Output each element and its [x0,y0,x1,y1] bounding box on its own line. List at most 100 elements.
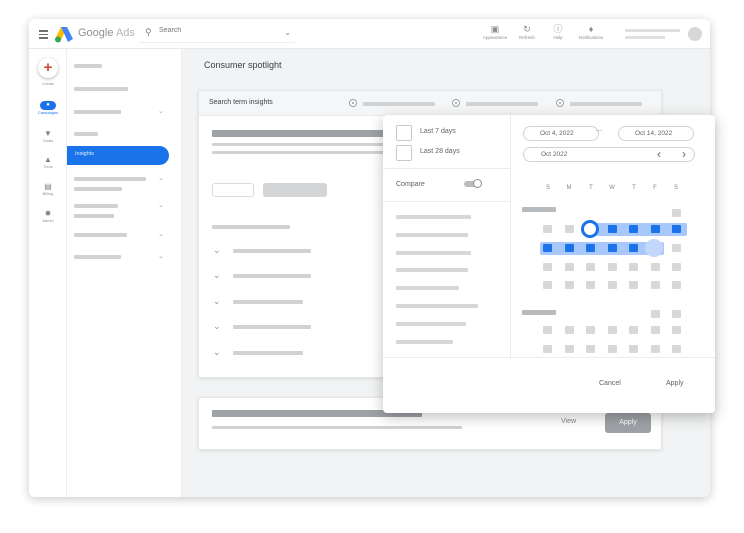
rail-item-goals[interactable]: ▼ Goals [29,129,67,144]
chevron-left-icon[interactable]: ‹ [657,146,661,162]
day-cell[interactable] [586,345,595,353]
day-cell[interactable] [651,225,660,233]
day-cell[interactable] [651,281,660,289]
help-button[interactable]: ⓘ Help [543,24,573,41]
day-cell[interactable] [651,345,660,353]
radio-option[interactable] [452,99,460,107]
search-box[interactable]: ⚲ ⌄ [139,25,295,43]
day-cell[interactable] [608,244,617,252]
apply-button[interactable]: Apply [666,380,684,387]
day-cell[interactable] [672,225,681,233]
range-start-day[interactable] [581,220,599,238]
end-date-field[interactable]: Oct 14, 2022 [618,126,694,141]
card-title: Search term insights [209,99,273,106]
nav-item[interactable]: ⌄ [74,108,169,117]
notifications-button[interactable]: ♦ Notifications [576,24,606,41]
rail-item-tools[interactable]: ▲ Tools [29,155,67,170]
refresh-button[interactable]: ↻ Refresh [512,24,542,41]
preset-item[interactable] [396,251,471,255]
chevron-right-icon[interactable]: › [682,146,686,162]
day-cell[interactable] [651,326,660,334]
preset-item[interactable] [396,233,468,237]
day-cell[interactable] [651,310,660,318]
preset-item[interactable] [396,322,466,326]
day-cell[interactable] [565,326,574,334]
day-cell[interactable] [629,345,638,353]
chevron-down-icon[interactable]: ⌄ [213,347,221,358]
preset-item[interactable] [396,215,471,219]
day-cell[interactable] [565,263,574,271]
day-cell[interactable] [672,345,681,353]
day-cell[interactable] [543,281,552,289]
action-button[interactable] [263,183,327,197]
day-cell[interactable] [672,281,681,289]
nav-item[interactable]: ⌄ [74,231,169,240]
nav-item[interactable]: ⌄ [74,202,169,211]
day-cell[interactable] [672,310,681,318]
filter-button[interactable] [212,183,254,197]
rail-item-billing[interactable]: ▤ Billing [29,182,67,197]
day-cell[interactable] [629,326,638,334]
day-cell[interactable] [565,281,574,289]
day-cell[interactable] [543,345,552,353]
account-info[interactable] [625,29,680,43]
search-input[interactable] [159,27,269,34]
day-cell[interactable] [672,263,681,271]
day-cell[interactable] [543,244,552,252]
nav-item-insights[interactable]: Insights [67,146,169,165]
checkbox[interactable] [396,145,412,161]
day-cell[interactable] [565,225,574,233]
day-cell[interactable] [586,326,595,334]
day-cell[interactable] [543,326,552,334]
radio-option[interactable] [349,99,357,107]
day-cell[interactable] [565,244,574,252]
day-cell[interactable] [608,345,617,353]
day-cell[interactable] [629,244,638,252]
cancel-button[interactable]: Cancel [599,380,621,387]
day-cell[interactable] [586,244,595,252]
nav-item[interactable]: ⌄ [74,175,169,184]
day-cell[interactable] [543,225,552,233]
day-cell[interactable] [608,326,617,334]
range-end-day[interactable] [645,239,663,257]
day-cell[interactable] [565,345,574,353]
radio-option[interactable] [556,99,564,107]
preset-item[interactable] [396,286,459,290]
appearance-button[interactable]: ▣ Appearance [480,24,510,41]
day-cell[interactable] [586,281,595,289]
chevron-down-icon[interactable]: ⌄ [213,321,221,332]
checkbox[interactable] [396,125,412,141]
day-cell[interactable] [608,263,617,271]
nav-item[interactable]: ⌄ [74,253,169,262]
day-cell[interactable] [629,281,638,289]
preset-item[interactable] [396,304,478,308]
preset-panel: Last 7 days Last 28 days Compare [383,115,511,357]
preset-item[interactable] [396,340,453,344]
compare-toggle[interactable] [464,179,482,188]
day-cell[interactable] [672,326,681,334]
menu-icon[interactable] [39,30,48,39]
day-cell[interactable] [543,263,552,271]
create-button[interactable]: + [38,58,58,78]
view-link[interactable]: View [561,418,576,425]
chevron-down-icon[interactable]: ⌄ [284,28,291,37]
preset-item[interactable] [396,268,468,272]
day-cell[interactable] [608,225,617,233]
chevron-down-icon[interactable]: ⌄ [213,270,221,281]
chevron-down-icon[interactable]: ⌄ [213,296,221,307]
apply-button[interactable]: Apply [605,413,651,433]
rail-item-admin[interactable]: ✹ Admin [29,209,67,224]
google-ads-logo [55,27,73,43]
start-date-field[interactable]: Oct 4, 2022 [523,126,599,141]
day-cell[interactable] [629,225,638,233]
rail-item-campaigns[interactable]: ● Campaigns [29,101,67,116]
day-cell[interactable] [672,244,681,252]
day-cell[interactable] [651,263,660,271]
chevron-down-icon[interactable]: ⌄ [213,245,221,256]
day-cell[interactable] [629,263,638,271]
day-cell[interactable] [586,263,595,271]
day-cell[interactable] [672,209,681,217]
avatar[interactable] [688,27,702,41]
day-cell[interactable] [608,281,617,289]
brand-name: Google Ads [78,27,135,39]
